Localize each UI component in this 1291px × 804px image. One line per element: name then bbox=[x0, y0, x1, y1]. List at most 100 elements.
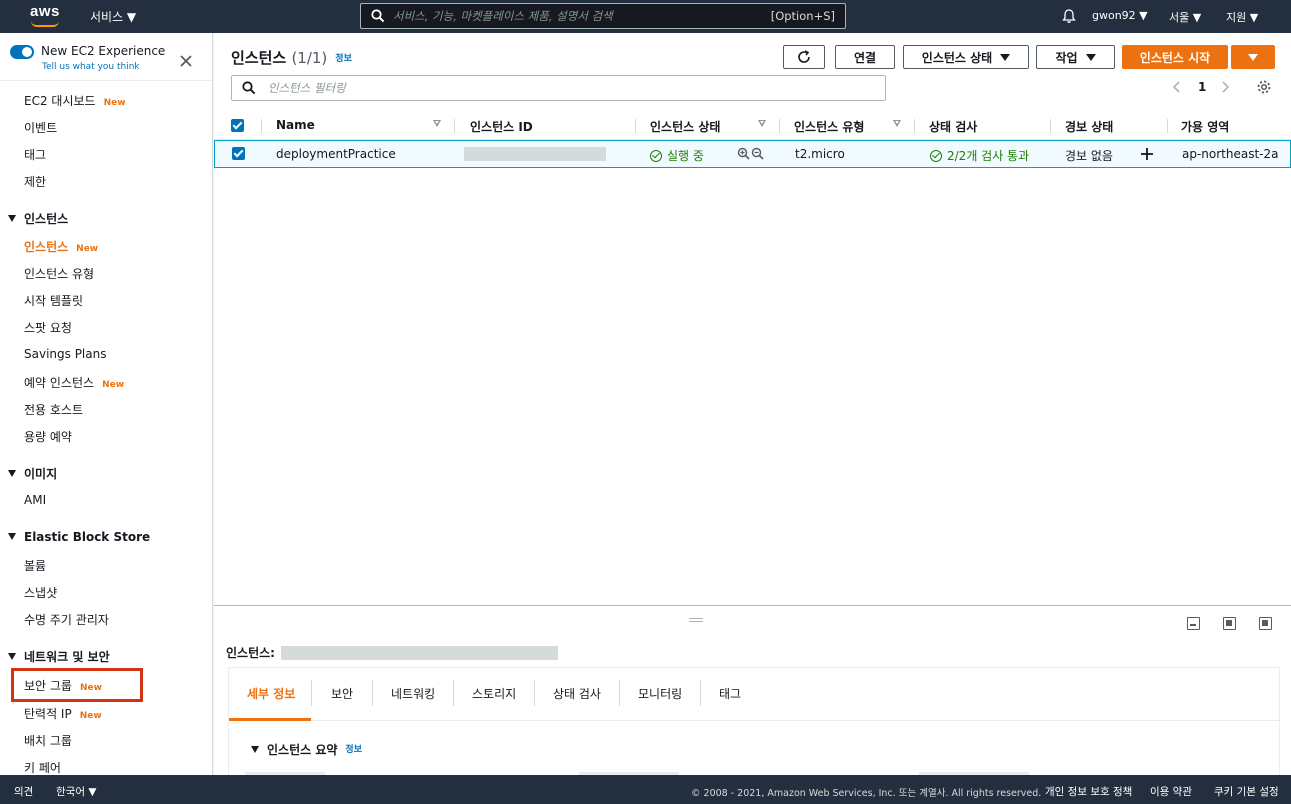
notification-bell-icon[interactable] bbox=[1061, 8, 1077, 24]
resize-handle-icon[interactable] bbox=[689, 618, 703, 622]
sidebar-item-elastic-ips[interactable]: 탄력적 IP New bbox=[24, 705, 102, 722]
sidebar-item-ami[interactable]: AMI bbox=[24, 493, 46, 507]
new-badge: New bbox=[103, 98, 126, 108]
region-menu[interactable]: 서울 ▼ bbox=[1169, 9, 1201, 25]
caret-down-icon bbox=[1085, 53, 1096, 61]
select-all-checkbox[interactable] bbox=[231, 119, 244, 132]
language-selector[interactable]: 한국어 ▼ bbox=[56, 784, 96, 799]
sidebar-item-limits[interactable]: 제한 bbox=[24, 173, 46, 190]
panel-side-icon[interactable] bbox=[1223, 617, 1236, 630]
tab-tags[interactable]: 태그 bbox=[719, 685, 741, 702]
instance-filter-input[interactable]: 인스턴스 필터링 bbox=[231, 75, 886, 101]
sidebar-item-snapshots[interactable]: 스냅샷 bbox=[24, 584, 57, 601]
terms-link[interactable]: 이용 약관 bbox=[1150, 784, 1192, 799]
zoom-icons[interactable] bbox=[737, 147, 765, 161]
search-bar[interactable]: 서비스, 기능, 마켓플레이스 제품, 설명서 검색 [Option+S] bbox=[360, 3, 846, 29]
table-row[interactable]: deploymentPractice 실행 중 t2.micro 2/2개 검사… bbox=[214, 140, 1291, 168]
page-number[interactable]: 1 bbox=[1198, 80, 1206, 94]
instance-name[interactable]: deploymentPractice bbox=[276, 147, 396, 161]
sort-icon[interactable] bbox=[433, 120, 441, 127]
caret-down-icon bbox=[8, 653, 16, 660]
tab-security[interactable]: 보안 bbox=[331, 685, 353, 702]
sidebar-section-instances[interactable]: 인스턴스 bbox=[8, 210, 68, 227]
column-header-type[interactable]: 인스턴스 유형 bbox=[794, 118, 864, 135]
launch-instances-button[interactable]: 인스턴스 시작 bbox=[1122, 45, 1228, 69]
tab-storage[interactable]: 스토리지 bbox=[472, 685, 516, 702]
sidebar-item-lifecycle-manager[interactable]: 수명 주기 관리자 bbox=[24, 611, 109, 628]
copyright: © 2008 - 2021, Amazon Web Services, Inc.… bbox=[691, 788, 1042, 799]
sidebar-item-spot-requests[interactable]: 스팟 요청 bbox=[24, 319, 72, 336]
prev-page-icon[interactable] bbox=[1171, 80, 1183, 94]
top-nav: aws 서비스 ▼ 서비스, 기능, 마켓플레이스 제품, 설명서 검색 [Op… bbox=[0, 0, 1291, 33]
column-header-status-check[interactable]: 상태 검사 bbox=[929, 118, 977, 135]
tab-networking[interactable]: 네트워킹 bbox=[391, 685, 435, 702]
column-divider bbox=[635, 119, 636, 133]
launch-dropdown-button[interactable] bbox=[1231, 45, 1275, 69]
sort-icon[interactable] bbox=[893, 120, 901, 127]
page-title-text: 인스턴스 bbox=[231, 49, 287, 67]
search-icon bbox=[371, 9, 385, 23]
feedback-link[interactable]: 의견 bbox=[14, 784, 33, 799]
column-header-state[interactable]: 인스턴스 상태 bbox=[650, 118, 720, 135]
column-header-instance-id[interactable]: 인스턴스 ID bbox=[470, 118, 533, 135]
sidebar-section-network[interactable]: 네트워크 및 보안 bbox=[8, 648, 110, 665]
sidebar-item-reserved-instances[interactable]: 예약 인스턴스 New bbox=[24, 374, 124, 391]
panel-bottom-icon[interactable] bbox=[1187, 617, 1200, 630]
privacy-link[interactable]: 개인 정보 보호 정책 bbox=[1045, 784, 1132, 799]
details-split-panel: 인스턴스: 세부 정보 보안 네트워킹 스토리지 상태 검사 모니터링 태그 인… bbox=[214, 605, 1291, 777]
feedback-link[interactable]: Tell us what you think bbox=[42, 62, 140, 72]
refresh-button[interactable] bbox=[783, 45, 825, 69]
settings-gear-icon[interactable] bbox=[1256, 79, 1272, 95]
split-title-text: 인스턴스: bbox=[226, 646, 275, 660]
new-badge: New bbox=[79, 711, 102, 721]
page-title: 인스턴스 (1/1) 정보 bbox=[231, 47, 352, 68]
sidebar-item-dashboard[interactable]: EC2 대시보드 New bbox=[24, 92, 126, 109]
tab-details[interactable]: 세부 정보 bbox=[247, 685, 295, 702]
new-experience-toggle[interactable] bbox=[10, 45, 34, 59]
sidebar-item-events[interactable]: 이벤트 bbox=[24, 119, 57, 136]
close-icon[interactable] bbox=[178, 53, 194, 69]
sidebar-item-label: 인스턴스 bbox=[24, 240, 69, 254]
tab-status-checks[interactable]: 상태 검사 bbox=[553, 685, 601, 702]
tab-divider bbox=[700, 680, 701, 706]
next-page-icon[interactable] bbox=[1219, 80, 1231, 94]
sidebar-item-instance-types[interactable]: 인스턴스 유형 bbox=[24, 265, 94, 282]
sidebar-item-capacity-reservations[interactable]: 용량 예약 bbox=[24, 428, 72, 445]
column-header-az[interactable]: 가용 영역 bbox=[1181, 118, 1229, 135]
sidebar-item-instances[interactable]: 인스턴스 New bbox=[24, 238, 98, 255]
sidebar-section-ebs[interactable]: Elastic Block Store bbox=[8, 530, 150, 544]
panel-full-icon[interactable] bbox=[1259, 617, 1272, 630]
actions-button[interactable]: 작업 bbox=[1036, 45, 1115, 69]
services-menu[interactable]: 서비스 ▼ bbox=[90, 8, 136, 25]
sort-icon[interactable] bbox=[758, 120, 766, 127]
instance-state-button[interactable]: 인스턴스 상태 bbox=[903, 45, 1029, 69]
sidebar-item-tags[interactable]: 태그 bbox=[24, 146, 46, 163]
instance-summary-header[interactable]: 인스턴스 요약 정보 bbox=[251, 741, 362, 758]
connect-button[interactable]: 연결 bbox=[835, 45, 895, 69]
status-check[interactable]: 2/2개 검사 통과 bbox=[930, 147, 1029, 164]
sidebar-item-dedicated-hosts[interactable]: 전용 호스트 bbox=[24, 401, 83, 418]
tab-divider bbox=[372, 680, 373, 706]
sidebar-item-savings-plans[interactable]: Savings Plans bbox=[24, 347, 106, 361]
sidebar-item-key-pairs[interactable]: 키 페어 bbox=[24, 759, 61, 775]
aws-logo[interactable]: aws bbox=[30, 3, 62, 29]
info-link[interactable]: 정보 bbox=[345, 745, 362, 755]
security-groups-highlight bbox=[11, 668, 143, 702]
sidebar-item-volumes[interactable]: 볼륨 bbox=[24, 557, 46, 574]
row-checkbox[interactable] bbox=[232, 147, 245, 160]
caret-down-icon bbox=[1248, 53, 1258, 61]
info-link[interactable]: 정보 bbox=[335, 54, 352, 64]
support-menu[interactable]: 지원 ▼ bbox=[1226, 9, 1258, 25]
user-menu[interactable]: gwon92 ▼ bbox=[1092, 9, 1148, 22]
sidebar-item-launch-templates[interactable]: 시작 템플릿 bbox=[24, 292, 83, 309]
add-alarm-icon[interactable] bbox=[1140, 147, 1154, 161]
sidebar-item-placement-groups[interactable]: 배치 그룹 bbox=[24, 732, 72, 749]
column-header-alarm[interactable]: 경보 상태 bbox=[1065, 118, 1113, 135]
new-badge: New bbox=[102, 380, 125, 390]
sidebar-item-label: 예약 인스턴스 bbox=[24, 376, 95, 390]
sidebar-section-images[interactable]: 이미지 bbox=[8, 465, 57, 482]
cookies-link[interactable]: 쿠키 기본 설정 bbox=[1214, 784, 1279, 799]
tab-monitoring[interactable]: 모니터링 bbox=[638, 685, 682, 702]
icon-fill bbox=[1226, 620, 1232, 626]
column-header-name[interactable]: Name bbox=[276, 118, 315, 132]
